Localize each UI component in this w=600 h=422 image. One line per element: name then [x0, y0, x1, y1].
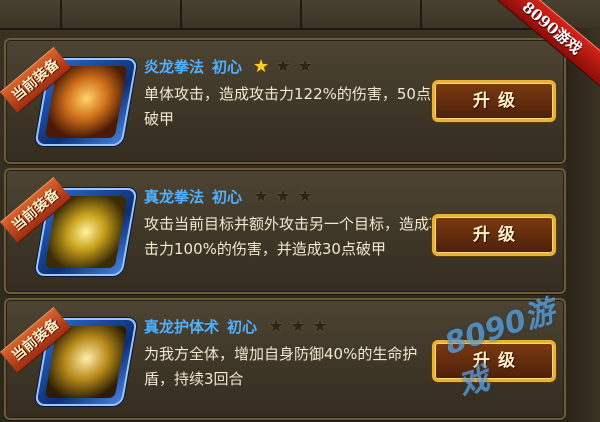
skill-name: 真龙护体术: [144, 318, 220, 336]
skill-title: 炎龙拳法 初心 ★ ★ ★: [144, 56, 314, 77]
skill-grade: 初心: [227, 318, 258, 336]
star-empty-icon: ★: [289, 315, 307, 337]
skill-card: 当前装备 炎龙拳法 初心 ★ ★ ★ 单体攻击，造成攻击力122%的伤害，50点破甲…: [0, 38, 566, 164]
divider: [300, 0, 302, 28]
star-empty-icon: ★: [252, 185, 270, 207]
star-empty-icon: ★: [311, 315, 329, 337]
skill-title: 真龙拳法 初心 ★ ★ ★: [144, 186, 314, 207]
star-rating: ★ ★ ★: [252, 185, 314, 207]
star-empty-icon: ★: [296, 185, 314, 207]
star-empty-icon: ★: [267, 315, 285, 337]
skill-description: 单体攻击，造成攻击力122%的伤害，50点破甲: [144, 85, 431, 128]
skill-card: 当前装备 真龙拳法 初心 ★ ★ ★ 攻击当前目标并额外攻击另一个目标，造成攻击力1…: [0, 168, 566, 294]
star-rating: ★ ★ ★: [267, 315, 329, 337]
divider: [420, 0, 422, 28]
upgrade-button[interactable]: 升级: [432, 80, 556, 122]
skill-description: 为我方全体，增加自身防御40%的生命护盾，持续3回合: [144, 345, 418, 388]
star-empty-icon: ★: [296, 55, 314, 77]
star-filled-icon: ★: [252, 55, 270, 77]
skill-grade: 初心: [212, 58, 243, 76]
skill-grade: 初心: [212, 188, 243, 206]
skill-name: 真龙拳法: [144, 188, 205, 206]
star-empty-icon: ★: [274, 55, 292, 77]
skill-title: 真龙护体术 初心 ★ ★ ★: [144, 316, 329, 337]
star-empty-icon: ★: [274, 185, 292, 207]
divider: [60, 0, 62, 28]
divider: [180, 0, 182, 28]
star-rating: ★ ★ ★: [252, 55, 314, 77]
skill-description: 攻击当前目标并额外攻击另一个目标，造成攻击力100%的伤害，并造成30点破甲: [144, 215, 445, 258]
skill-panel: 当前装备 炎龙拳法 初心 ★ ★ ★ 单体攻击，造成攻击力122%的伤害，50点破甲…: [0, 0, 600, 422]
skill-name: 炎龙拳法: [144, 58, 205, 76]
upgrade-button[interactable]: 升级: [432, 214, 556, 256]
panel-edge: [566, 28, 600, 422]
